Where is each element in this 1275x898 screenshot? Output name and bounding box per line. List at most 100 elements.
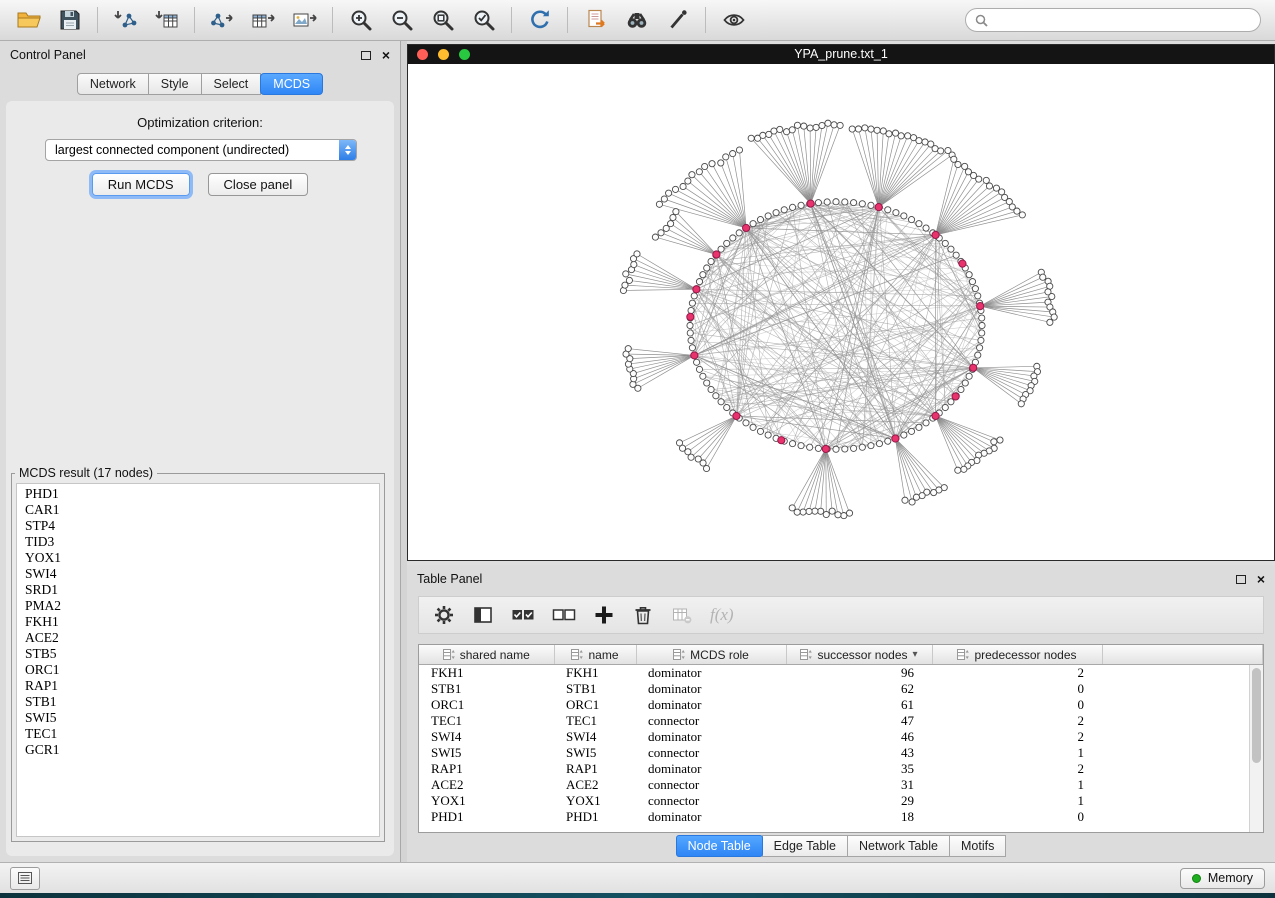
refresh-button[interactable] bbox=[519, 3, 560, 37]
search-network-button[interactable] bbox=[616, 3, 657, 37]
column-header-predecessor-nodes[interactable]: predecessor nodes bbox=[932, 645, 1102, 665]
cell-predecessors[interactable]: 1 bbox=[932, 745, 1102, 761]
table-row[interactable]: YOX1YOX1connector291 bbox=[419, 793, 1263, 809]
mcds-node-item[interactable]: GCR1 bbox=[17, 742, 379, 758]
export-table-button[interactable] bbox=[243, 3, 284, 37]
cell-name[interactable]: SWI4 bbox=[554, 729, 636, 745]
cell-name[interactable]: SWI5 bbox=[554, 745, 636, 761]
cell-name[interactable]: YOX1 bbox=[554, 793, 636, 809]
deselect-all-button[interactable] bbox=[552, 604, 576, 626]
cell-name[interactable]: ORC1 bbox=[554, 697, 636, 713]
cell-role[interactable]: dominator bbox=[636, 681, 786, 697]
cell-shared_name[interactable]: SWI5 bbox=[419, 745, 554, 761]
float-panel-icon[interactable] bbox=[1236, 575, 1246, 584]
cell-predecessors[interactable]: 1 bbox=[932, 793, 1102, 809]
cell-shared_name[interactable]: FKH1 bbox=[419, 665, 554, 682]
cell-shared_name[interactable]: SWI4 bbox=[419, 729, 554, 745]
table-scrollbar[interactable] bbox=[1249, 665, 1263, 832]
zoom-fit-button[interactable] bbox=[422, 3, 463, 37]
tab-network[interactable]: Network bbox=[77, 73, 149, 95]
mcds-node-item[interactable]: ORC1 bbox=[17, 662, 379, 678]
cell-role[interactable]: connector bbox=[636, 713, 786, 729]
search-input[interactable] bbox=[994, 12, 1251, 29]
cell-successors[interactable]: 46 bbox=[786, 729, 932, 745]
cell-successors[interactable]: 35 bbox=[786, 761, 932, 777]
column-header-mcds-role[interactable]: MCDS role bbox=[636, 645, 786, 665]
cell-predecessors[interactable]: 1 bbox=[932, 777, 1102, 793]
cell-role[interactable]: connector bbox=[636, 793, 786, 809]
table-row[interactable]: RAP1RAP1dominator352 bbox=[419, 761, 1263, 777]
tab-node-table[interactable]: Node Table bbox=[676, 835, 763, 857]
cell-role[interactable]: connector bbox=[636, 777, 786, 793]
show-column-button[interactable] bbox=[472, 604, 494, 626]
cell-predecessors[interactable]: 2 bbox=[932, 665, 1102, 682]
table-row[interactable]: FKH1FKH1dominator962 bbox=[419, 665, 1263, 682]
cell-shared_name[interactable]: STB1 bbox=[419, 681, 554, 697]
cell-shared_name[interactable]: RAP1 bbox=[419, 761, 554, 777]
zoom-out-button[interactable] bbox=[381, 3, 422, 37]
mcds-node-item[interactable]: SWI4 bbox=[17, 566, 379, 582]
table-row[interactable]: STB1STB1dominator620 bbox=[419, 681, 1263, 697]
function-builder-button[interactable]: f(x) bbox=[710, 605, 734, 625]
close-panel-icon[interactable]: × bbox=[1257, 572, 1265, 586]
import-table-button[interactable] bbox=[146, 3, 187, 37]
tab-mcds[interactable]: MCDS bbox=[260, 73, 323, 95]
cell-role[interactable]: dominator bbox=[636, 761, 786, 777]
cell-shared_name[interactable]: ORC1 bbox=[419, 697, 554, 713]
mcds-node-item[interactable]: PHD1 bbox=[17, 486, 379, 502]
select-all-button[interactable] bbox=[511, 604, 535, 626]
open-file-button[interactable] bbox=[8, 3, 49, 37]
cell-role[interactable]: dominator bbox=[636, 665, 786, 682]
close-panel-icon[interactable]: × bbox=[382, 48, 390, 62]
cell-successors[interactable]: 43 bbox=[786, 745, 932, 761]
cell-successors[interactable]: 96 bbox=[786, 665, 932, 682]
mcds-node-item[interactable]: YOX1 bbox=[17, 550, 379, 566]
cell-successors[interactable]: 29 bbox=[786, 793, 932, 809]
delete-row-button[interactable] bbox=[632, 604, 654, 626]
mcds-node-item[interactable]: STP4 bbox=[17, 518, 379, 534]
table-row[interactable]: PHD1PHD1dominator180 bbox=[419, 809, 1263, 825]
cell-predecessors[interactable]: 2 bbox=[932, 729, 1102, 745]
mcds-result-list[interactable]: PHD1CAR1STP4TID3YOX1SWI4SRD1PMA2FKH1ACE2… bbox=[16, 483, 380, 837]
mcds-node-item[interactable]: TEC1 bbox=[17, 726, 379, 742]
delete-table-button[interactable] bbox=[671, 604, 693, 626]
apply-style-button[interactable] bbox=[657, 3, 698, 37]
cell-predecessors[interactable]: 0 bbox=[932, 809, 1102, 825]
mcds-node-item[interactable]: FKH1 bbox=[17, 614, 379, 630]
table-row[interactable]: SWI5SWI5connector431 bbox=[419, 745, 1263, 761]
cell-role[interactable]: dominator bbox=[636, 809, 786, 825]
cell-name[interactable]: ACE2 bbox=[554, 777, 636, 793]
cell-predecessors[interactable]: 2 bbox=[932, 761, 1102, 777]
tab-network-table[interactable]: Network Table bbox=[847, 835, 950, 857]
tab-edge-table[interactable]: Edge Table bbox=[762, 835, 848, 857]
mcds-node-item[interactable]: STB5 bbox=[17, 646, 379, 662]
table-row[interactable]: ACE2ACE2connector311 bbox=[419, 777, 1263, 793]
cell-successors[interactable]: 62 bbox=[786, 681, 932, 697]
table-row[interactable]: SWI4SWI4dominator462 bbox=[419, 729, 1263, 745]
copy-document-button[interactable] bbox=[575, 3, 616, 37]
add-row-button[interactable] bbox=[593, 604, 615, 626]
cell-successors[interactable]: 61 bbox=[786, 697, 932, 713]
column-header-name[interactable]: name bbox=[554, 645, 636, 665]
cell-name[interactable]: STB1 bbox=[554, 681, 636, 697]
cell-successors[interactable]: 47 bbox=[786, 713, 932, 729]
export-image-button[interactable] bbox=[284, 3, 325, 37]
cell-role[interactable]: dominator bbox=[636, 697, 786, 713]
tab-style[interactable]: Style bbox=[148, 73, 202, 95]
run-mcds-button[interactable]: Run MCDS bbox=[92, 173, 190, 196]
mcds-node-item[interactable]: RAP1 bbox=[17, 678, 379, 694]
zoom-selected-button[interactable] bbox=[463, 3, 504, 37]
network-graph[interactable] bbox=[408, 64, 1274, 560]
scrollbar-thumb[interactable] bbox=[1252, 668, 1261, 763]
mcds-node-item[interactable]: PMA2 bbox=[17, 598, 379, 614]
cell-role[interactable]: connector bbox=[636, 745, 786, 761]
cell-name[interactable]: RAP1 bbox=[554, 761, 636, 777]
cell-shared_name[interactable]: PHD1 bbox=[419, 809, 554, 825]
cell-successors[interactable]: 18 bbox=[786, 809, 932, 825]
column-header-successor-nodes[interactable]: successor nodes▾ bbox=[786, 645, 932, 665]
network-titlebar[interactable]: YPA_prune.txt_1 bbox=[408, 45, 1274, 64]
cell-shared_name[interactable]: ACE2 bbox=[419, 777, 554, 793]
cell-role[interactable]: dominator bbox=[636, 729, 786, 745]
float-panel-icon[interactable] bbox=[361, 51, 371, 60]
save-button[interactable] bbox=[49, 3, 90, 37]
